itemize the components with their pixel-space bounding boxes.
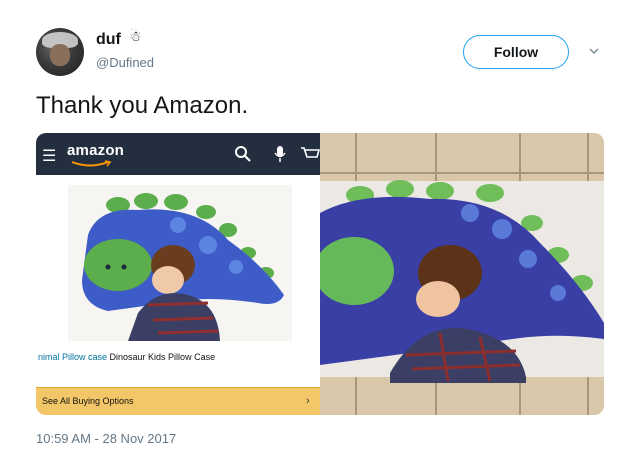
- search-icon: [235, 146, 251, 162]
- user-handle[interactable]: @Dufined: [96, 55, 154, 70]
- amazon-header-bar: ☰ amazon: [36, 133, 320, 175]
- tweet-text: Thank you Amazon.: [36, 92, 249, 119]
- product-caption[interactable]: nimal Pillow case Dinosaur Kids Pillow C…: [38, 352, 215, 362]
- mic-icon: [274, 146, 286, 162]
- product-title: Dinosaur Kids Pillow Case: [107, 352, 216, 362]
- amazon-smile-icon: [71, 160, 112, 167]
- see-all-buying-options-button[interactable]: See All Buying Options ›: [36, 387, 320, 415]
- amazon-logo: amazon: [67, 142, 125, 159]
- follow-button[interactable]: Follow: [463, 35, 569, 69]
- pillowcase-photo: [320, 133, 604, 415]
- chevron-down-icon[interactable]: [587, 44, 601, 58]
- cart-icon: [301, 147, 320, 158]
- amazon-app-screenshot: ☰ amazon nimal Pillow case Dinosaur Kids…: [36, 133, 320, 415]
- avatar[interactable]: [36, 28, 84, 76]
- tweet-timestamp[interactable]: 10:59 AM - 28 Nov 2017: [36, 431, 176, 446]
- tweet-media[interactable]: ☰ amazon nimal Pillow case Dinosaur Kids…: [36, 133, 604, 415]
- chevron-right-icon: ›: [306, 395, 310, 407]
- product-category-link[interactable]: nimal Pillow case: [38, 352, 107, 362]
- menu-icon: ☰: [42, 148, 57, 165]
- buy-options-label: See All Buying Options: [42, 396, 134, 406]
- display-name[interactable]: duf: [96, 31, 121, 49]
- product-image: [68, 185, 292, 341]
- snowman-emoji: ☃: [129, 28, 142, 44]
